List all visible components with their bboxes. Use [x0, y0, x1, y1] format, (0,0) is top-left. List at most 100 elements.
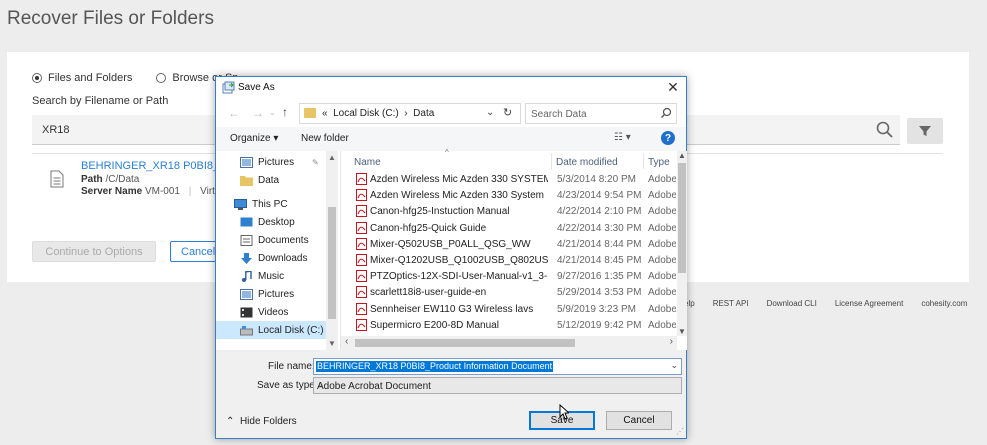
refresh-icon[interactable]: ↻: [503, 106, 512, 119]
dialog-cancel-button[interactable]: Cancel: [606, 411, 672, 430]
column-date-modified[interactable]: Date modified: [556, 157, 618, 168]
nav-label: Documents: [258, 234, 309, 246]
address-dropdown-icon[interactable]: ⌄: [486, 107, 494, 118]
nav-item-pictures-pinned[interactable]: Pictures ✎: [216, 153, 326, 171]
resize-grip-icon[interactable]: ⋰: [676, 427, 684, 436]
nav-item-this-pc[interactable]: This PC: [216, 195, 326, 213]
nav-item-videos[interactable]: Videos: [216, 303, 326, 321]
radio-unchecked-icon[interactable]: [156, 73, 167, 83]
recent-dropdown-icon[interactable]: ⌄: [269, 108, 276, 117]
pdf-icon: [356, 286, 367, 299]
file-date: 9/27/2016 1:35 PM: [557, 271, 642, 283]
nav-item-downloads[interactable]: Downloads: [216, 249, 326, 267]
file-horizontal-scrollbar[interactable]: ‹ ›: [341, 336, 677, 350]
nav-item-pictures[interactable]: Pictures: [216, 285, 326, 303]
scroll-up-icon[interactable]: ▲: [678, 151, 686, 160]
document-icon: [50, 170, 64, 188]
file-row[interactable]: Mixer-Q1202USB_Q1002USB_Q802USB_Q... 4/21…: [341, 252, 677, 268]
hide-folders-toggle[interactable]: ⌃ Hide Folders: [226, 416, 297, 427]
close-icon[interactable]: ✕: [666, 79, 680, 95]
dialog-toolbar: Organize ▾ New folder ☷ ▾ ?: [216, 127, 686, 151]
nav-item-data[interactable]: Data: [216, 171, 326, 189]
save-form: File name: BEHRINGER_XR18 P0BI8_Product …: [216, 350, 686, 400]
file-row[interactable]: scarlett18i8-user-guide-en 5/29/2014 3:53…: [341, 284, 677, 300]
nav-item-documents[interactable]: Documents: [216, 231, 326, 249]
search-icon[interactable]: [660, 107, 672, 119]
file-row[interactable]: Canon-hfg25-Quick Guide 4/22/2014 3:30 PM…: [341, 220, 677, 236]
forward-arrow-icon[interactable]: →: [252, 106, 264, 120]
search-value: XR18: [42, 124, 70, 136]
nav-label: Downloads: [258, 252, 308, 264]
file-name-input[interactable]: BEHRINGER_XR18 P0BI8_Product Information…: [313, 358, 682, 375]
filter-button[interactable]: [907, 118, 943, 144]
scroll-left-icon[interactable]: ‹: [345, 336, 348, 347]
help-icon[interactable]: ?: [661, 131, 675, 145]
back-arrow-icon[interactable]: ←: [228, 106, 240, 120]
continue-to-options-button[interactable]: Continue to Options: [32, 241, 156, 262]
file-type: Adobe: [648, 206, 676, 218]
nav-item-desktop[interactable]: Desktop: [216, 213, 326, 231]
nav-label: Desktop: [258, 216, 295, 228]
column-divider[interactable]: [551, 153, 552, 169]
file-row[interactable]: Supermicro E200-8D Manual 5/12/2019 9:42 …: [341, 317, 677, 333]
pdf-icon: [356, 205, 367, 218]
address-bar[interactable]: « Local Disk (C:) › Data ⌄ ↻: [299, 103, 521, 124]
file-type: Adobe: [648, 238, 676, 250]
path-value: /C/Data: [105, 174, 140, 185]
scroll-down-icon[interactable]: ▼: [678, 327, 686, 336]
footer-link-download-cli[interactable]: Download CLI: [767, 299, 817, 308]
search-icon[interactable]: [876, 121, 894, 139]
footer-link-cohesity[interactable]: cohesity.com: [921, 299, 967, 308]
nav-item-local-disk[interactable]: Local Disk (C:): [216, 321, 326, 339]
up-arrow-icon[interactable]: ↑: [282, 105, 288, 119]
column-type[interactable]: Type: [648, 157, 670, 168]
view-options-icon[interactable]: ☷ ▾: [614, 132, 631, 143]
file-row[interactable]: Azden Wireless Mic Azden 330 System 4/23/…: [341, 187, 677, 203]
file-row[interactable]: Canon-hfg25-Instuction Manual 4/22/2014 2…: [341, 203, 677, 219]
path-label: Path: [81, 174, 103, 185]
file-type: Adobe: [648, 190, 676, 202]
nav-label: Local Disk (C:): [258, 324, 324, 336]
save-as-type-select[interactable]: Adobe Acrobat Document ⌄: [313, 377, 682, 394]
breadcrumb-data[interactable]: Data: [413, 108, 434, 119]
file-row[interactable]: Azden Wireless Mic Azden 330 SYSTEM I...…: [341, 171, 677, 187]
breadcrumb-local-disk[interactable]: Local Disk (C:): [333, 108, 399, 119]
nav-item-music[interactable]: Music: [216, 267, 326, 285]
file-name: Azden Wireless Mic Azden 330 System: [370, 190, 544, 202]
pin-icon[interactable]: ✎: [312, 158, 319, 167]
desktop-icon: [240, 217, 253, 226]
nav-scrollbar[interactable]: ▲ ▼: [326, 151, 338, 350]
scroll-thumb[interactable]: [328, 207, 336, 319]
file-row[interactable]: Sennheiser EW110 G3 Wireless lavs 5/9/201…: [341, 301, 677, 317]
scroll-up-icon[interactable]: ▲: [328, 153, 336, 162]
file-date: 5/9/2019 3:23 PM: [557, 303, 636, 315]
file-type: Adobe: [648, 271, 676, 283]
footer-link-rest-api[interactable]: REST API: [713, 299, 749, 308]
chevron-down-icon[interactable]: ⌄: [317, 379, 678, 390]
column-divider[interactable]: [643, 153, 644, 169]
address-prefix[interactable]: «: [322, 108, 328, 119]
footer-link-license[interactable]: License Agreement: [835, 299, 904, 308]
radio-checked-icon[interactable]: [32, 73, 42, 83]
file-row[interactable]: Mixer-Q502USB_P0ALL_QSG_WW 4/21/2014 8:44…: [341, 236, 677, 252]
new-folder-button[interactable]: New folder: [301, 133, 349, 144]
scroll-thumb[interactable]: [355, 339, 575, 347]
organize-menu[interactable]: Organize ▾: [230, 133, 278, 144]
file-vertical-scrollbar[interactable]: ▲ ▼: [677, 151, 687, 336]
file-type: Adobe: [648, 303, 676, 315]
chevron-down-icon[interactable]: ⌄: [670, 360, 678, 371]
column-name[interactable]: Name: [354, 157, 381, 168]
dialog-titlebar[interactable]: Save As ✕: [216, 77, 686, 99]
file-name: Supermicro E200-8D Manual: [370, 319, 499, 331]
separator: |: [188, 186, 192, 197]
file-row[interactable]: PTZOptics-12X-SDI-User-Manual-v1_3-re...…: [341, 268, 677, 284]
radio-files-and-folders[interactable]: Files and Folders: [32, 72, 132, 84]
scroll-right-icon[interactable]: ›: [670, 336, 673, 347]
search-data-input[interactable]: Search Data: [525, 103, 677, 124]
pdf-icon: [356, 302, 367, 315]
footer-links: elp REST API Download CLI License Agreem…: [684, 299, 967, 308]
scroll-thumb[interactable]: [678, 163, 686, 273]
scroll-down-icon[interactable]: ▼: [328, 339, 336, 348]
file-name-label: File name:: [268, 361, 315, 372]
documents-icon: [240, 234, 253, 246]
